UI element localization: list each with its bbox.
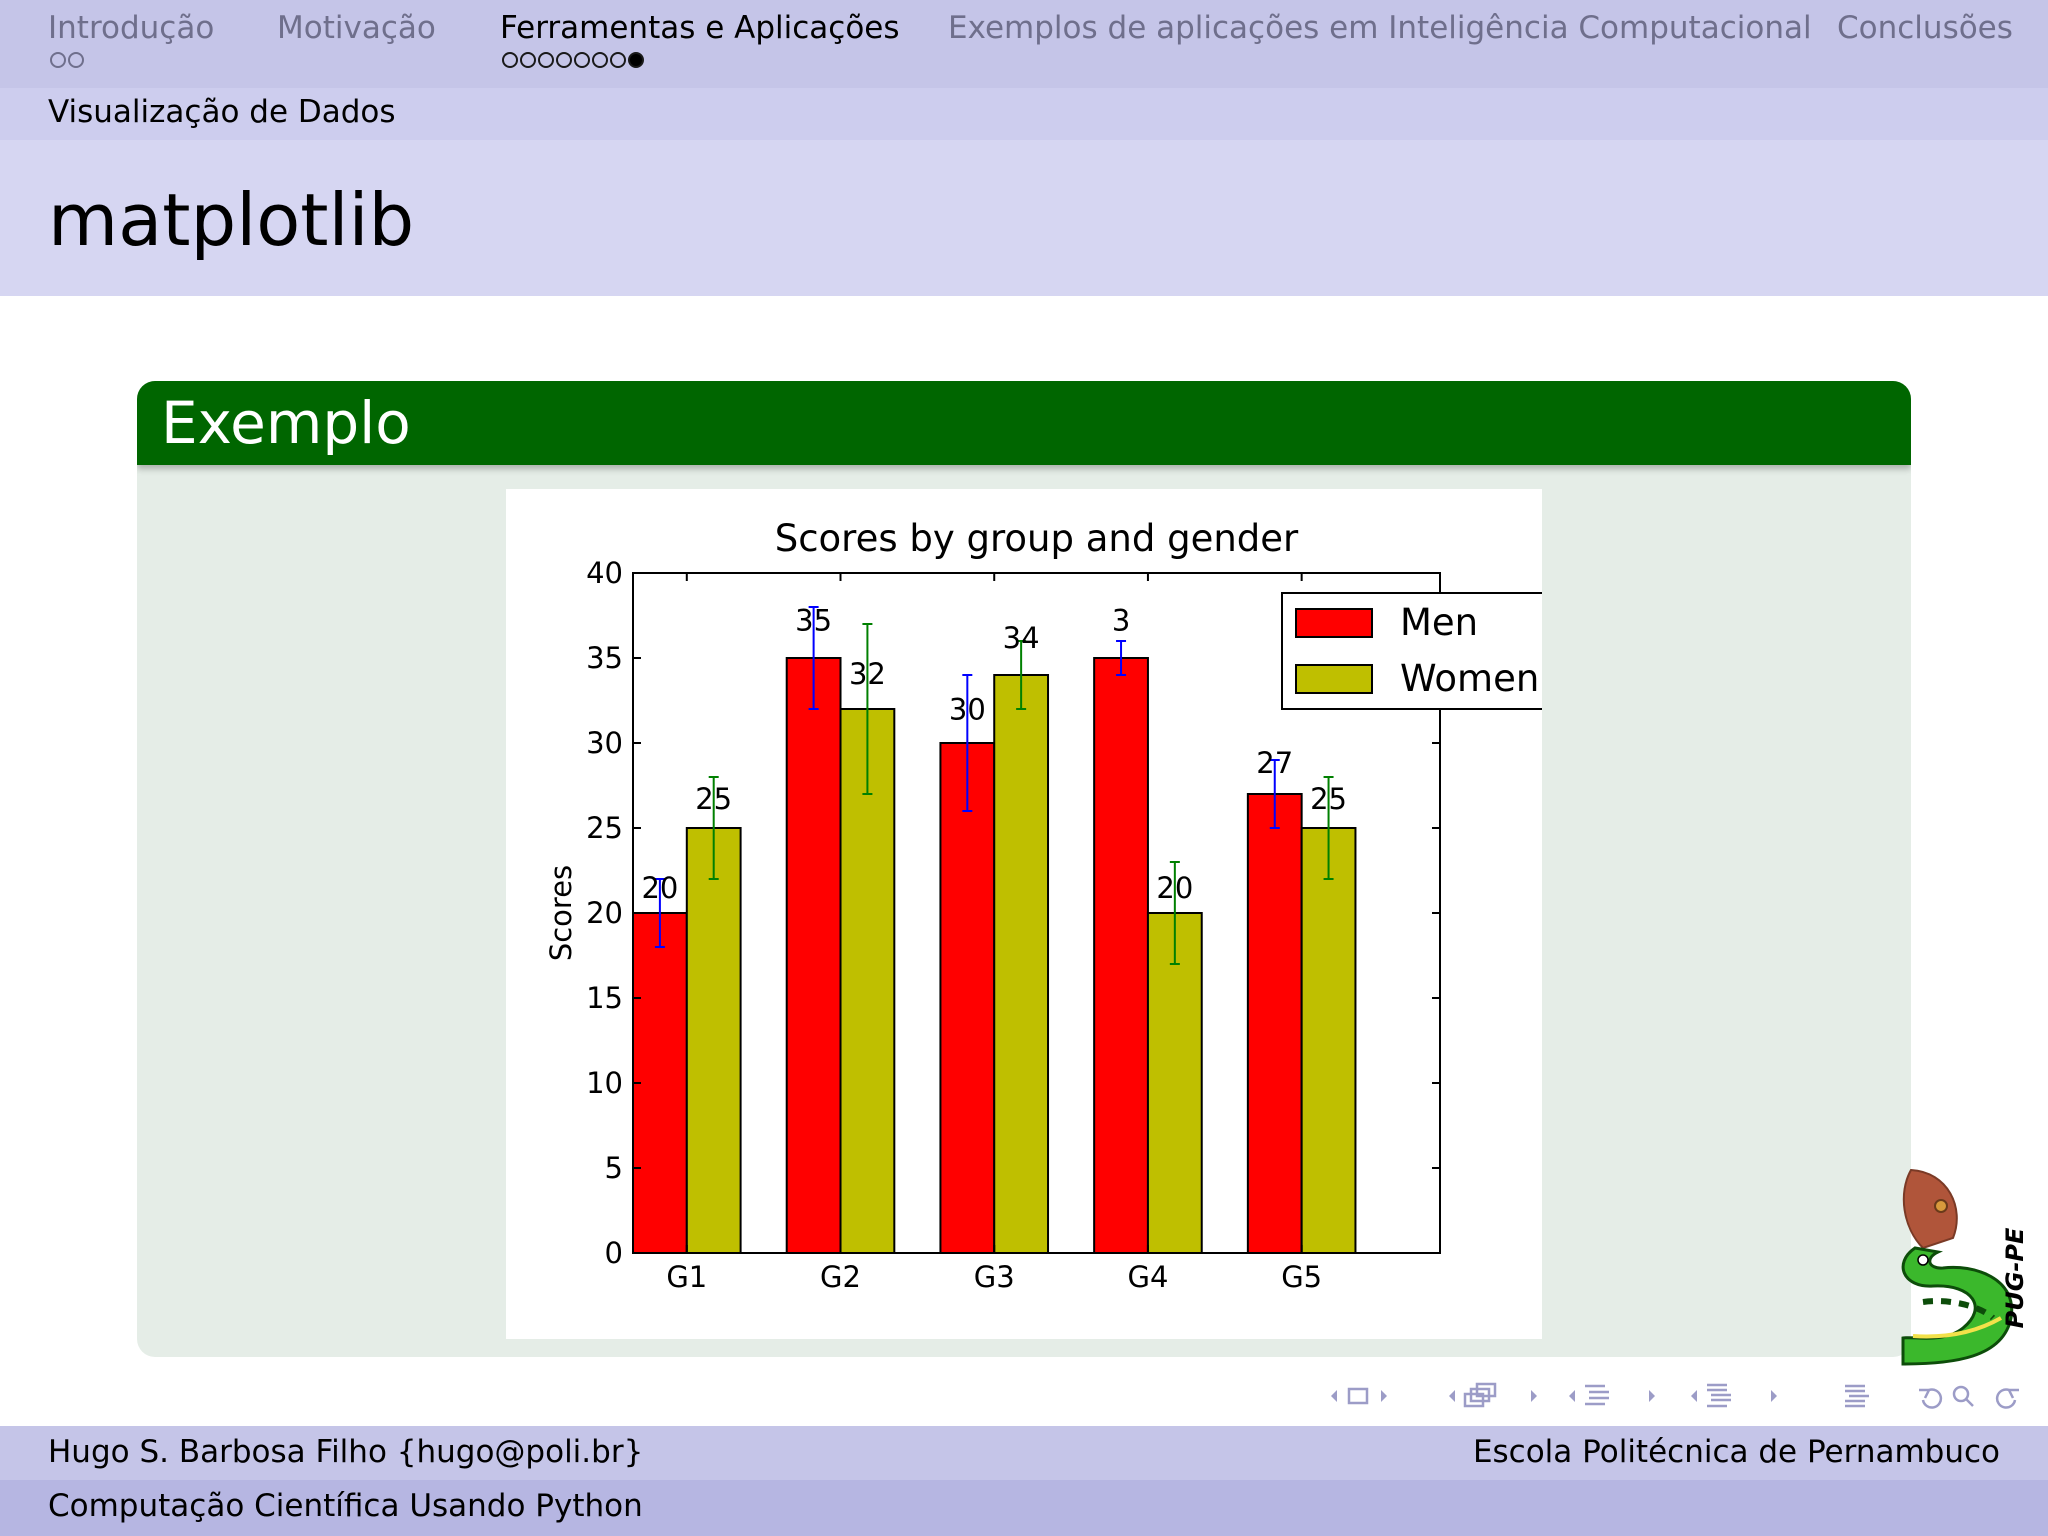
section-icon[interactable] xyxy=(1707,1383,1731,1408)
frame-dot[interactable] xyxy=(592,52,608,68)
navigation-symbols xyxy=(1325,1380,2035,1412)
prev-frame-arrow-icon[interactable] xyxy=(1331,1390,1337,1402)
x-tick-label: G2 xyxy=(820,1260,861,1294)
search-icon[interactable] xyxy=(1952,1385,1974,1407)
forward-icon[interactable] xyxy=(1995,1388,2019,1409)
footer-author[interactable]: Hugo S. Barbosa Filho {hugo@poli.br} xyxy=(48,1434,643,1470)
data-label: 27 xyxy=(1256,746,1293,780)
bar-men-g2 xyxy=(785,657,842,1254)
frame-dot[interactable] xyxy=(628,52,644,68)
data-label: 3 xyxy=(1112,603,1130,637)
legend-swatch-men xyxy=(1295,608,1373,638)
block-header: Exemplo xyxy=(137,381,1911,465)
y-tick-label: 25 xyxy=(586,811,623,845)
back-icon[interactable] xyxy=(1919,1388,1943,1409)
x-tick-label: G5 xyxy=(1281,1260,1322,1294)
legend-label-men: Men xyxy=(1400,601,1478,644)
bar-women-g3 xyxy=(993,674,1050,1254)
next-subsection-arrow-icon[interactable] xyxy=(1649,1390,1655,1402)
x-tick-label: G4 xyxy=(1127,1260,1168,1294)
footer-institution[interactable]: Escola Politécnica de Pernambuco xyxy=(1473,1434,2000,1470)
frame-dot[interactable] xyxy=(556,52,572,68)
frame-dot[interactable] xyxy=(538,52,554,68)
footer-author-bar: Hugo S. Barbosa Filho {hugo@poli.br} Esc… xyxy=(0,1426,2048,1480)
data-label: 34 xyxy=(1003,621,1040,655)
y-axis-label: Scores xyxy=(544,865,578,961)
y-tick-label: 0 xyxy=(605,1236,623,1270)
footer-talk-title[interactable]: Computação Científica Usando Python xyxy=(48,1488,643,1524)
nav-section-1[interactable]: Introdução xyxy=(48,10,214,46)
x-tick-label: G3 xyxy=(974,1260,1015,1294)
frame-dot[interactable] xyxy=(520,52,536,68)
y-tick-label: 35 xyxy=(586,641,623,675)
legend-label-women: Women xyxy=(1400,657,1539,700)
data-label: 20 xyxy=(641,871,678,905)
data-label: 20 xyxy=(1156,871,1193,905)
bar-men-g3 xyxy=(939,742,996,1254)
y-tick-label: 15 xyxy=(586,981,623,1015)
y-tick-label: 5 xyxy=(605,1151,623,1185)
subsection-icon[interactable] xyxy=(1585,1384,1609,1406)
data-label: 25 xyxy=(695,782,732,816)
next-slide-arrow-icon[interactable] xyxy=(1531,1390,1537,1402)
next-section-arrow-icon[interactable] xyxy=(1771,1390,1777,1402)
data-label: 32 xyxy=(849,657,886,691)
bar-men-g5 xyxy=(1246,793,1303,1254)
bar-chart: Scores by group and genderScores 20353032… xyxy=(544,517,1542,1294)
frame-dot[interactable] xyxy=(50,52,66,68)
data-label: 35 xyxy=(795,603,832,637)
data-label: 25 xyxy=(1310,782,1347,816)
pug-pe-logo: PUG-PE xyxy=(1893,1168,2043,1368)
bar-men-g4 xyxy=(1093,657,1149,1254)
chart-title: Scores by group and gender xyxy=(775,517,1299,560)
nav-section-1-frame-dots xyxy=(50,52,84,68)
next-frame-arrow-icon[interactable] xyxy=(1381,1390,1387,1402)
x-tick-label: G1 xyxy=(666,1260,707,1294)
chart-figure: Scores by group and gender Scores 20 35 30 3 2… xyxy=(506,489,1542,1339)
document-icon[interactable] xyxy=(1845,1384,1869,1408)
y-tick-label: 40 xyxy=(586,556,623,590)
y-tick-label: 10 xyxy=(586,1066,623,1100)
nav-section-5[interactable]: Conclusões xyxy=(1837,10,2013,46)
frame-dot[interactable] xyxy=(68,52,84,68)
prev-section-arrow-icon[interactable] xyxy=(1691,1390,1697,1402)
bar-women-g1 xyxy=(685,827,742,1254)
nav-section-2[interactable]: Motivação xyxy=(277,10,436,46)
slide-icon[interactable] xyxy=(1463,1382,1497,1408)
frame-dot[interactable] xyxy=(574,52,590,68)
y-tick-label: 30 xyxy=(586,726,623,760)
frame-icon[interactable] xyxy=(1347,1387,1369,1405)
nav-section-4[interactable]: Exemplos de aplicações em Inteligência C… xyxy=(948,10,1812,46)
bar-men-g1 xyxy=(632,912,688,1254)
subsection-bar: Visualização de Dados xyxy=(0,88,2048,140)
nav-section-3-frame-dots xyxy=(502,52,644,68)
nav-section-3[interactable]: Ferramentas e Aplicações xyxy=(500,10,900,46)
frame-title: matplotlib xyxy=(48,178,415,262)
bar-women-g5 xyxy=(1300,827,1357,1254)
frame-dot[interactable] xyxy=(610,52,626,68)
y-tick-label: 20 xyxy=(586,896,623,930)
subsection-title[interactable]: Visualização de Dados xyxy=(48,94,396,130)
frame-dot[interactable] xyxy=(502,52,518,68)
prev-slide-arrow-icon[interactable] xyxy=(1449,1390,1455,1402)
frame-title-bar: matplotlib xyxy=(0,140,2048,296)
footer-title-bar: Computação Científica Usando Python xyxy=(0,1480,2048,1536)
legend-swatch-women xyxy=(1295,664,1373,694)
example-block: Exemplo Scores by group and gender Scores… xyxy=(137,381,1911,1357)
prev-subsection-arrow-icon[interactable] xyxy=(1569,1390,1575,1402)
logo-text: PUG-PE xyxy=(2001,1227,2029,1328)
data-label: 30 xyxy=(949,693,986,727)
section-navigation-bar: Introdução Motivação Ferramentas e Aplicaç… xyxy=(0,0,2048,88)
block-title: Exemplo xyxy=(161,389,411,457)
